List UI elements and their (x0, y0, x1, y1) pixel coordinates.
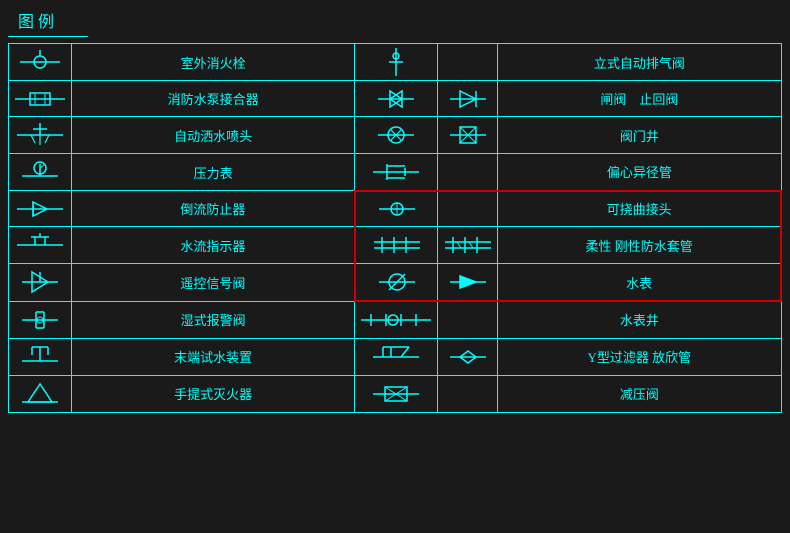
symbol-cell (9, 81, 72, 117)
label-cell: 湿式报警阀 (72, 301, 355, 338)
symbol-cell (438, 117, 498, 154)
symbol-cell (438, 375, 498, 412)
label-cell: 阀门井 (498, 117, 781, 154)
table-row: 水流指示器 (9, 227, 782, 264)
table-row: 室外消火栓 立式自动排气阀 (9, 44, 782, 81)
symbol-cell (355, 264, 438, 302)
symbol-cell (9, 338, 72, 375)
table-row: 湿式报警阀 水表井 (9, 301, 782, 338)
main-container: 图 例 室外消火栓 立式自动排气阀 (0, 0, 790, 533)
label-cell: 室外消火栓 (72, 44, 355, 81)
symbol-cell (9, 301, 72, 338)
symbol-cell (355, 191, 438, 227)
table-row: 遥控信号阀 水表 (9, 264, 782, 302)
table-row: 压力表 偏心异径管 (9, 154, 782, 191)
symbol-cell (355, 154, 438, 191)
symbol-cell (355, 44, 438, 81)
symbol-cell (355, 227, 438, 264)
label-cell: 消防水泵接合器 (72, 81, 355, 117)
label-cell: 减压阀 (498, 375, 781, 412)
table-row: 末端试水装置 Y型过滤器 放欣管 (9, 338, 782, 375)
label-cell: 闸阀 止回阀 (498, 81, 781, 117)
label-cell: 立式自动排气阀 (498, 44, 781, 81)
symbol-cell (9, 264, 72, 302)
table-row: 倒流防止器 可挠曲接头 (9, 191, 782, 227)
symbol-cell (355, 81, 438, 117)
label-cell: 手提式灭火器 (72, 375, 355, 412)
label-cell: 倒流防止器 (72, 191, 355, 227)
label-cell: 自动洒水喷头 (72, 117, 355, 154)
label-cell: 末端试水装置 (72, 338, 355, 375)
symbol-cell (355, 375, 438, 412)
symbol-cell (438, 264, 498, 302)
label-cell: 压力表 (72, 154, 355, 191)
title: 图 例 (8, 8, 88, 37)
symbol-cell (355, 117, 438, 154)
label-cell: 偏心异径管 (498, 154, 781, 191)
table-row: 手提式灭火器 减压阀 (9, 375, 782, 412)
symbol-cell (9, 227, 72, 264)
label-cell: 水流指示器 (72, 227, 355, 264)
symbol-cell (438, 227, 498, 264)
label-cell: 遥控信号阀 (72, 264, 355, 302)
label-cell: 柔性 刚性防水套管 (498, 227, 781, 264)
table-row: 自动洒水喷头 阀门井 (9, 117, 782, 154)
symbol-cell (438, 338, 498, 375)
label-cell: 水表 (498, 264, 781, 302)
symbol-cell (438, 44, 498, 81)
symbol-cell (9, 44, 72, 81)
symbol-cell (355, 338, 438, 375)
label-cell: Y型过滤器 放欣管 (498, 338, 781, 375)
symbol-cell (438, 191, 498, 227)
legend-table: 室外消火栓 立式自动排气阀 消防 (8, 43, 782, 413)
symbol-cell (355, 301, 438, 338)
symbol-cell (9, 375, 72, 412)
symbol-cell (438, 301, 498, 338)
symbol-cell (438, 154, 498, 191)
symbol-cell (9, 154, 72, 191)
label-cell: 水表井 (498, 301, 781, 338)
symbol-cell (9, 117, 72, 154)
symbol-cell (9, 191, 72, 227)
table-row: 消防水泵接合器 闸阀 止回阀 (9, 81, 782, 117)
label-cell: 可挠曲接头 (498, 191, 781, 227)
symbol-cell (438, 81, 498, 117)
